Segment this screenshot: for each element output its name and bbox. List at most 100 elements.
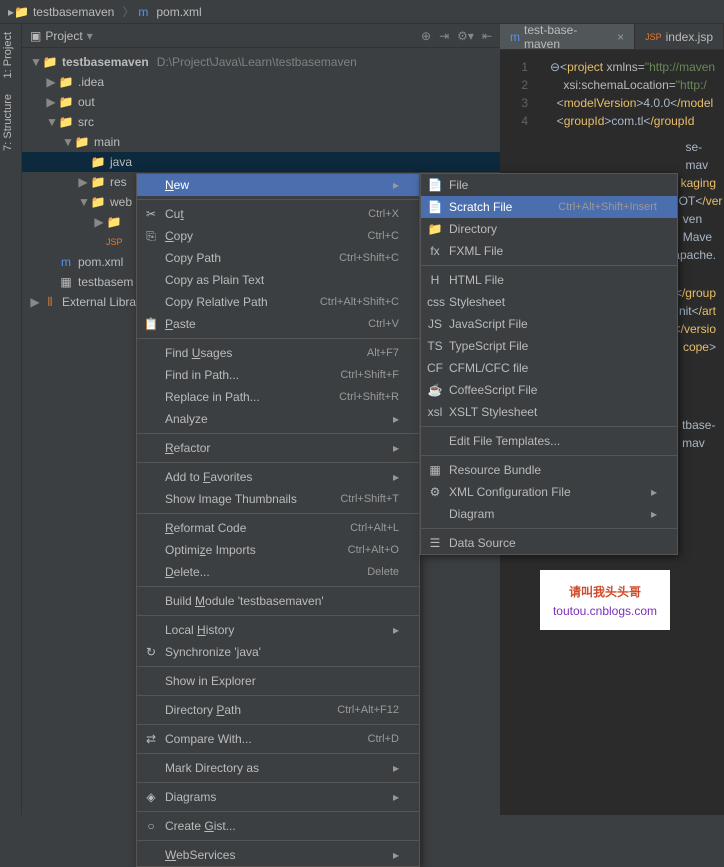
menu-item-directory[interactable]: 📁Directory bbox=[421, 218, 677, 240]
new-submenu: 📄File📄Scratch FileCtrl+Alt+Shift+Insert📁… bbox=[420, 173, 678, 555]
menu-icon: ☕ bbox=[427, 383, 443, 397]
panel-title[interactable]: Project bbox=[45, 29, 82, 43]
menu-item-data-source[interactable]: ☰Data Source bbox=[421, 532, 677, 554]
menu-icon: ▦ bbox=[427, 463, 443, 477]
menu-item-fxml-file[interactable]: fxFXML File bbox=[421, 240, 677, 262]
menu-item-stylesheet[interactable]: cssStylesheet bbox=[421, 291, 677, 313]
menu-icon: ✂ bbox=[143, 207, 159, 221]
submenu-arrow-icon: ▸ bbox=[393, 470, 399, 484]
menu-icon: ⎘ bbox=[143, 229, 159, 244]
submenu-arrow-icon: ▸ bbox=[393, 178, 399, 192]
menu-item-copy-relative-path[interactable]: Copy Relative PathCtrl+Alt+Shift+C bbox=[137, 291, 419, 313]
menu-item-delete-[interactable]: Delete...Delete bbox=[137, 561, 419, 583]
menu-item-create-gist-[interactable]: ○Create Gist... bbox=[137, 815, 419, 837]
menu-item-paste[interactable]: 📋PasteCtrl+V bbox=[137, 313, 419, 335]
tree-main[interactable]: ▼📁main bbox=[22, 132, 500, 152]
menu-icon: JS bbox=[427, 317, 443, 331]
menu-item-copy[interactable]: ⎘CopyCtrl+C bbox=[137, 225, 419, 247]
gear-icon[interactable]: ⚙▾ bbox=[457, 29, 474, 43]
menu-item-xslt-stylesheet[interactable]: xslXSLT Stylesheet bbox=[421, 401, 677, 423]
menu-item-webservices[interactable]: WebServices▸ bbox=[137, 844, 419, 866]
menu-item-find-in-path-[interactable]: Find in Path...Ctrl+Shift+F bbox=[137, 364, 419, 386]
folder-icon: ▸📁 bbox=[8, 5, 29, 19]
jsp-icon: JSP bbox=[645, 32, 662, 42]
menu-item-mark-directory-as[interactable]: Mark Directory as▸ bbox=[137, 757, 419, 779]
panel-header: ▣ Project ▾ ⊕ ⇥ ⚙▾ ⇤ bbox=[22, 24, 500, 48]
menu-item-typescript-file[interactable]: TSTypeScript File bbox=[421, 335, 677, 357]
menu-icon: ⚙ bbox=[427, 485, 443, 499]
tree-src[interactable]: ▼📁src bbox=[22, 112, 500, 132]
menu-item-synchronize-java-[interactable]: ↻Synchronize 'java' bbox=[137, 641, 419, 663]
menu-item-edit-file-templates-[interactable]: Edit File Templates... bbox=[421, 430, 677, 452]
menu-icon: css bbox=[427, 295, 443, 309]
menu-item-analyze[interactable]: Analyze▸ bbox=[137, 408, 419, 430]
maven-icon: m bbox=[138, 5, 148, 19]
menu-icon: CF bbox=[427, 361, 443, 375]
tree-idea[interactable]: ▶📁.idea bbox=[22, 72, 500, 92]
menu-item-html-file[interactable]: HHTML File bbox=[421, 269, 677, 291]
side-tabs: 1: Project 7: Structure bbox=[0, 24, 22, 815]
watermark: 请叫我头头哥 toutou.cnblogs.com bbox=[540, 570, 670, 630]
menu-icon: ○ bbox=[143, 819, 159, 833]
menu-item-show-in-explorer[interactable]: Show in Explorer bbox=[137, 670, 419, 692]
menu-item-cfml-cfc-file[interactable]: CFCFML/CFC file bbox=[421, 357, 677, 379]
menu-item-copy-path[interactable]: Copy PathCtrl+Shift+C bbox=[137, 247, 419, 269]
collapse-icon[interactable]: ⇥ bbox=[439, 29, 449, 43]
submenu-arrow-icon: ▸ bbox=[393, 790, 399, 804]
menu-item-refactor[interactable]: Refactor▸ bbox=[137, 437, 419, 459]
submenu-arrow-icon: ▸ bbox=[393, 623, 399, 637]
menu-icon: fx bbox=[427, 244, 443, 258]
project-view-icon: ▣ bbox=[30, 29, 41, 43]
side-tab-project[interactable]: 1: Project bbox=[0, 24, 16, 86]
menu-item-reformat-code[interactable]: Reformat CodeCtrl+Alt+L bbox=[137, 517, 419, 539]
menu-item-add-to-favorites[interactable]: Add to Favorites▸ bbox=[137, 466, 419, 488]
menu-item-directory-path[interactable]: Directory PathCtrl+Alt+F12 bbox=[137, 699, 419, 721]
menu-item-javascript-file[interactable]: JSJavaScript File bbox=[421, 313, 677, 335]
tree-out[interactable]: ▶📁out bbox=[22, 92, 500, 112]
menu-icon: 📄 bbox=[427, 200, 443, 214]
menu-item-cut[interactable]: ✂CutCtrl+X bbox=[137, 203, 419, 225]
breadcrumb: ▸📁 testbasemaven 〉 m pom.xml bbox=[0, 0, 724, 24]
close-icon[interactable]: × bbox=[617, 30, 624, 44]
menu-icon: 📋 bbox=[143, 317, 159, 331]
tree-root[interactable]: ▼📁 testbasemaven D:\Project\Java\Learn\t… bbox=[22, 52, 500, 72]
menu-item-show-image-thumbnails[interactable]: Show Image ThumbnailsCtrl+Shift+T bbox=[137, 488, 419, 510]
scroll-from-source-icon[interactable]: ⊕ bbox=[421, 29, 431, 43]
menu-icon: TS bbox=[427, 339, 443, 353]
menu-item-find-usages[interactable]: Find UsagesAlt+F7 bbox=[137, 342, 419, 364]
menu-item-resource-bundle[interactable]: ▦Resource Bundle bbox=[421, 459, 677, 481]
menu-icon: 📁 bbox=[427, 222, 443, 236]
breadcrumb-project[interactable]: testbasemaven bbox=[33, 5, 114, 19]
tab-index-jsp[interactable]: JSP index.jsp bbox=[635, 24, 724, 49]
menu-item-compare-with-[interactable]: ⇄Compare With...Ctrl+D bbox=[137, 728, 419, 750]
menu-item-replace-in-path-[interactable]: Replace in Path...Ctrl+Shift+R bbox=[137, 386, 419, 408]
submenu-arrow-icon: ▸ bbox=[393, 412, 399, 426]
side-tab-structure[interactable]: 7: Structure bbox=[0, 86, 16, 159]
breadcrumb-file[interactable]: pom.xml bbox=[156, 5, 201, 19]
submenu-arrow-icon: ▸ bbox=[651, 507, 657, 521]
menu-item-file[interactable]: 📄File bbox=[421, 174, 677, 196]
submenu-arrow-icon: ▸ bbox=[393, 848, 399, 862]
menu-item-diagrams[interactable]: ◈Diagrams▸ bbox=[137, 786, 419, 808]
menu-icon: H bbox=[427, 273, 443, 287]
menu-item-local-history[interactable]: Local History▸ bbox=[137, 619, 419, 641]
menu-icon: xsl bbox=[427, 405, 443, 419]
submenu-arrow-icon: ▸ bbox=[393, 761, 399, 775]
menu-item-optimize-imports[interactable]: Optimize ImportsCtrl+Alt+O bbox=[137, 539, 419, 561]
menu-icon: ⇄ bbox=[143, 732, 159, 746]
menu-icon: ☰ bbox=[427, 536, 443, 550]
submenu-arrow-icon: ▸ bbox=[651, 485, 657, 499]
tree-java[interactable]: 📁java bbox=[22, 152, 500, 172]
menu-item-diagram[interactable]: Diagram▸ bbox=[421, 503, 677, 525]
editor-tabs: m test-base-maven × JSP index.jsp bbox=[500, 24, 724, 50]
menu-item-build-module-testbasemaven-[interactable]: Build Module 'testbasemaven' bbox=[137, 590, 419, 612]
tab-test-base-maven[interactable]: m test-base-maven × bbox=[500, 24, 635, 49]
menu-item-coffeescript-file[interactable]: ☕CoffeeScript File bbox=[421, 379, 677, 401]
hide-icon[interactable]: ⇤ bbox=[482, 29, 492, 43]
menu-icon: ↻ bbox=[143, 645, 159, 659]
menu-item-xml-configuration-file[interactable]: ⚙XML Configuration File▸ bbox=[421, 481, 677, 503]
context-menu: New▸ ✂CutCtrl+X⎘CopyCtrl+CCopy PathCtrl+S… bbox=[136, 173, 420, 867]
menu-item-new[interactable]: New▸ bbox=[137, 174, 419, 196]
menu-item-copy-as-plain-text[interactable]: Copy as Plain Text bbox=[137, 269, 419, 291]
menu-item-scratch-file[interactable]: 📄Scratch FileCtrl+Alt+Shift+Insert bbox=[421, 196, 677, 218]
